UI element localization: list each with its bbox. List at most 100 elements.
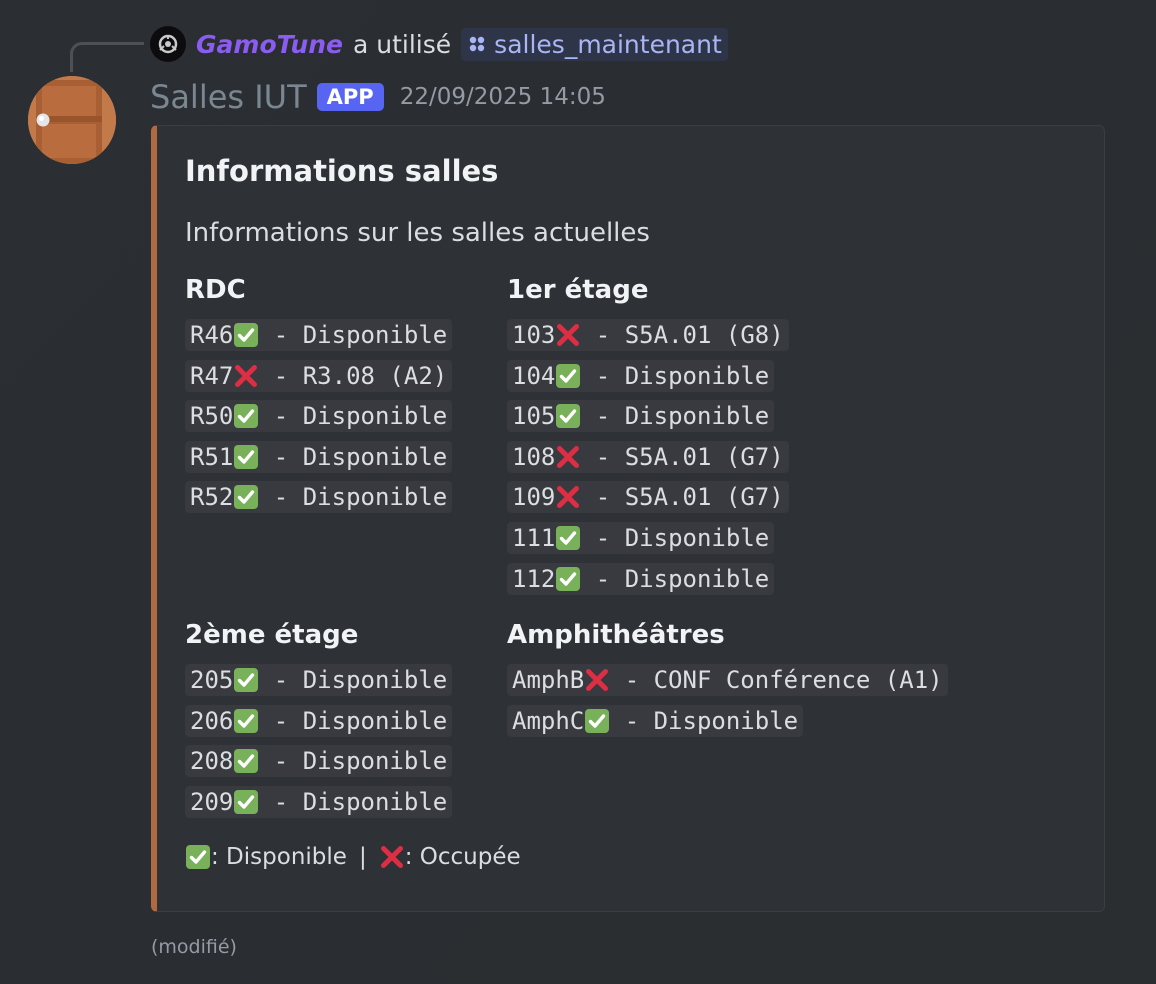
room-id: 103 bbox=[512, 321, 556, 349]
room-id: 205 bbox=[190, 666, 234, 694]
room-status-text: Disponible bbox=[624, 361, 770, 390]
room-status-text: Disponible bbox=[624, 523, 770, 552]
check-mark-button-icon bbox=[233, 748, 259, 774]
check-mark-button-icon bbox=[555, 566, 581, 592]
bot-username[interactable]: Salles IUT bbox=[150, 78, 307, 116]
slash-command-mention[interactable]: salles_maintenant bbox=[461, 27, 728, 61]
check-mark-button-icon bbox=[233, 403, 259, 429]
edited-indicator: (modifié) bbox=[151, 936, 237, 958]
room-status-line: R52 - Disponible bbox=[185, 481, 453, 514]
room-status-line: 109 - S5A.01 (G7) bbox=[507, 481, 789, 514]
room-status-text: Disponible bbox=[302, 666, 448, 694]
room-status-text: Disponible bbox=[624, 402, 770, 431]
room-status-text: Disponible bbox=[302, 483, 448, 512]
check-mark-button-icon bbox=[555, 525, 581, 551]
legend-occupied-label: : Occupée bbox=[404, 844, 521, 870]
room-status-line: 205 - Disponible bbox=[185, 664, 453, 696]
interaction-header: GamoTune a utilisé salles_maintenant bbox=[150, 24, 728, 64]
room-id: 108 bbox=[512, 442, 556, 471]
room-id: R52 bbox=[190, 483, 234, 512]
room-status-text: S5A.01 (G8) bbox=[624, 321, 784, 349]
room-status-text: Disponible bbox=[302, 787, 448, 816]
room-list: R46 - Disponible R47 - R3.08 (A2) R50 - Di… bbox=[185, 319, 453, 522]
bot-avatar[interactable] bbox=[28, 76, 116, 164]
room-id: 206 bbox=[190, 706, 234, 735]
room-status-line: 209 - Disponible bbox=[185, 785, 453, 818]
room-status-line: 206 - Disponible bbox=[185, 704, 453, 737]
room-status-text: Disponible bbox=[653, 706, 799, 735]
room-status-line: R50 - Disponible bbox=[185, 400, 453, 433]
room-status-text: R3.08 (A2) bbox=[302, 361, 448, 390]
room-status-text: Disponible bbox=[624, 564, 770, 593]
rooms-embed: Informations salles Informations sur les… bbox=[151, 125, 1105, 912]
user-avatar-icon bbox=[158, 34, 178, 54]
room-status-text: Disponible bbox=[302, 706, 448, 735]
message-header: Salles IUT APP 22/09/2025 14:05 bbox=[150, 78, 606, 116]
room-status-text: S5A.01 (G7) bbox=[624, 442, 784, 471]
cross-mark-icon bbox=[555, 444, 581, 470]
room-id: 208 bbox=[190, 747, 234, 776]
check-mark-button-icon bbox=[233, 708, 259, 734]
field-name: Amphithéâtres bbox=[507, 620, 725, 650]
room-id: 209 bbox=[190, 787, 234, 816]
cross-mark-icon bbox=[584, 667, 610, 693]
check-mark-button-icon bbox=[233, 444, 259, 470]
room-status-line: R47 - R3.08 (A2) bbox=[185, 359, 453, 392]
cross-mark-icon bbox=[233, 363, 259, 389]
room-id: R47 bbox=[190, 361, 234, 390]
room-status-line: 111 - Disponible bbox=[507, 521, 775, 554]
check-mark-button-icon bbox=[233, 484, 259, 510]
interaction-username[interactable]: GamoTune bbox=[196, 30, 343, 59]
room-status-text: CONF Conférence (A1) bbox=[653, 666, 943, 694]
room-id: R51 bbox=[190, 442, 234, 471]
check-mark-button-icon bbox=[233, 667, 259, 693]
field-name: RDC bbox=[185, 275, 246, 305]
check-mark-button-icon bbox=[555, 403, 581, 429]
cross-mark-icon bbox=[379, 844, 405, 870]
check-mark-button-icon bbox=[555, 363, 581, 389]
reply-connector bbox=[70, 42, 144, 72]
room-id: R46 bbox=[190, 321, 234, 349]
room-status-line: 108 - S5A.01 (G7) bbox=[507, 440, 789, 473]
field-2eme-etage: 2ème étage 205 - Disponible 206 - Disponib… bbox=[185, 620, 453, 826]
room-status-text: Disponible bbox=[302, 321, 448, 349]
room-status-line: R46 - Disponible bbox=[185, 319, 453, 351]
room-status-line: AmphC - Disponible bbox=[507, 704, 804, 737]
room-id: 112 bbox=[512, 564, 556, 593]
room-id: AmphC bbox=[512, 706, 585, 735]
room-status-text: Disponible bbox=[302, 402, 448, 431]
message-timestamp[interactable]: 22/09/2025 14:05 bbox=[400, 84, 606, 110]
room-status-text: Disponible bbox=[302, 442, 448, 471]
user-avatar-small[interactable] bbox=[150, 26, 186, 62]
cross-mark-icon bbox=[555, 484, 581, 510]
room-status-line: 105 - Disponible bbox=[507, 400, 775, 433]
field-rdc: RDC R46 - Disponible R47 - R3.08 (A2) R50 -… bbox=[185, 275, 453, 522]
field-1er-etage: 1er étage 103 - S5A.01 (G8) 104 - Disponib… bbox=[507, 275, 789, 603]
embed-footer: : Disponible | : Occupée bbox=[185, 844, 521, 870]
room-status-line: 208 - Disponible bbox=[185, 745, 453, 778]
room-status-text: Disponible bbox=[302, 747, 448, 776]
room-id: 104 bbox=[512, 361, 556, 390]
room-id: AmphB bbox=[512, 666, 585, 694]
app-badge: APP bbox=[316, 83, 384, 111]
field-name: 2ème étage bbox=[185, 620, 359, 650]
check-mark-button-icon bbox=[233, 322, 259, 348]
legend-separator: | bbox=[358, 844, 367, 870]
room-list: AmphB - CONF Conférence (A1) AmphC - Disp… bbox=[507, 664, 948, 745]
legend-available-label: : Disponible bbox=[211, 844, 347, 870]
check-mark-button-icon bbox=[185, 844, 211, 870]
embed-description: Informations sur les salles actuelles bbox=[185, 218, 650, 248]
room-id: 109 bbox=[512, 483, 556, 512]
field-name: 1er étage bbox=[507, 275, 649, 305]
room-id: R50 bbox=[190, 402, 234, 431]
check-mark-button-icon bbox=[584, 708, 610, 734]
room-list: 205 - Disponible 206 - Disponible 208 - Di… bbox=[185, 664, 453, 826]
room-id: 105 bbox=[512, 402, 556, 431]
room-status-line: 104 - Disponible bbox=[507, 359, 775, 392]
app-command-icon bbox=[467, 34, 487, 54]
room-status-line: R51 - Disponible bbox=[185, 440, 453, 473]
used-command-text: a utilisé bbox=[353, 29, 452, 59]
cross-mark-icon bbox=[555, 322, 581, 348]
field-amphitheatres: Amphithéâtres AmphB - CONF Conférence (A1… bbox=[507, 620, 948, 745]
embed-title: Informations salles bbox=[185, 154, 499, 188]
